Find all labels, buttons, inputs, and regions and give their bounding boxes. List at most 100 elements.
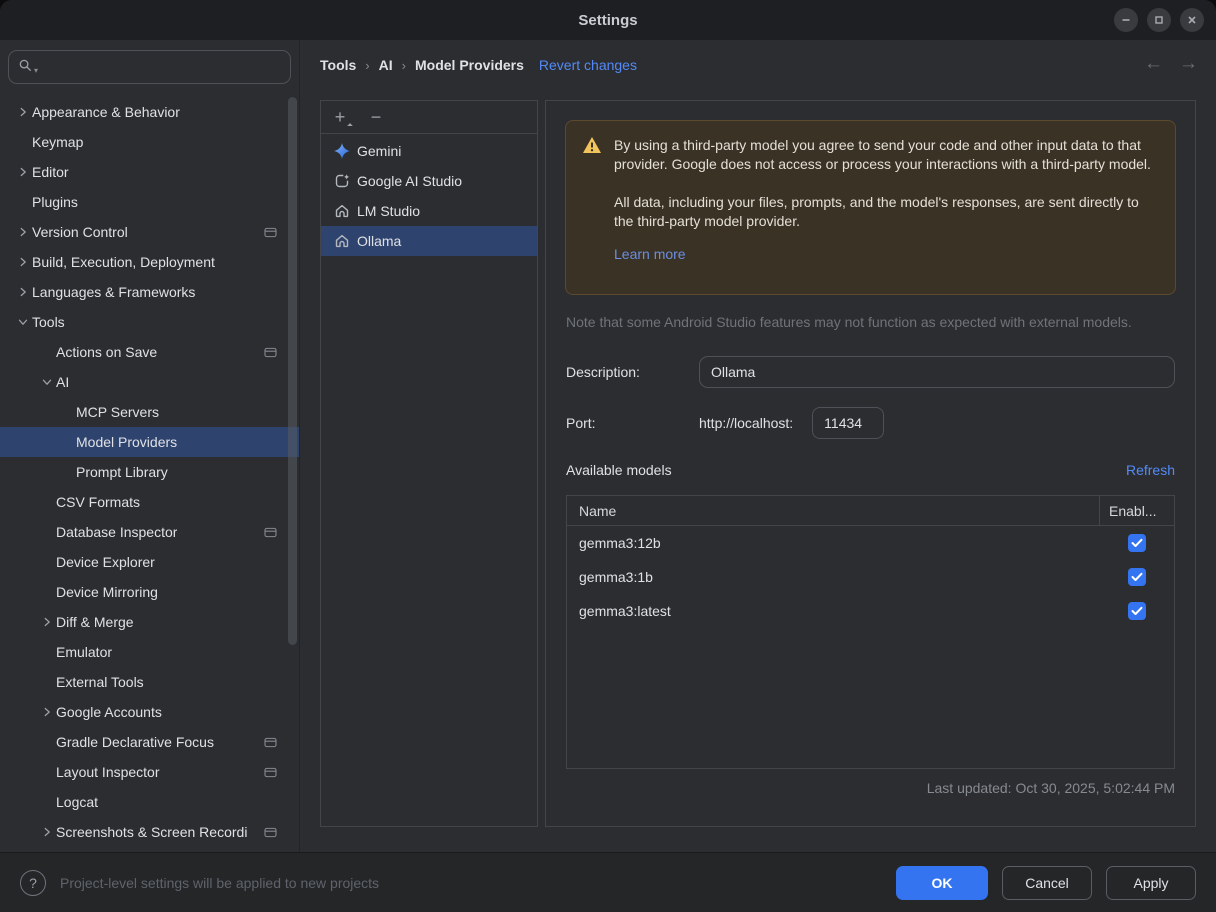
in-place-settings-icon [264, 737, 277, 748]
revert-changes-link[interactable]: Revert changes [539, 57, 637, 73]
chevron-placeholder [38, 493, 56, 511]
chevron-placeholder [38, 733, 56, 751]
column-header-enabled[interactable]: Enabl... [1100, 503, 1174, 519]
chevron-right-icon[interactable] [14, 253, 32, 271]
sidebar-item-mcp-servers[interactable]: MCP Servers [0, 397, 299, 427]
sidebar-item-database-inspector[interactable]: Database Inspector [0, 517, 299, 547]
dialog-buttons: OK Cancel Apply [896, 866, 1196, 900]
chevron-placeholder [38, 343, 56, 361]
chevron-right-icon[interactable] [14, 163, 32, 181]
breadcrumb: Tools›AI›Model ProvidersRevert changes [320, 52, 637, 78]
chevron-down-icon[interactable] [38, 373, 56, 391]
model-enabled-checkbox[interactable] [1128, 602, 1146, 620]
sidebar-item-appearance-behavior[interactable]: Appearance & Behavior [0, 97, 299, 127]
sidebar-item-prompt-library[interactable]: Prompt Library [0, 457, 299, 487]
sidebar-item-version-control[interactable]: Version Control [0, 217, 299, 247]
sidebar-item-ai[interactable]: AI [0, 367, 299, 397]
port-url-prefix: http://localhost: [699, 415, 793, 431]
sidebar-item-device-explorer[interactable]: Device Explorer [0, 547, 299, 577]
sidebar-item-plugins[interactable]: Plugins [0, 187, 299, 217]
chevron-placeholder [38, 553, 56, 571]
chevron-right-icon[interactable] [38, 703, 56, 721]
chevron-placeholder [38, 643, 56, 661]
chevron-placeholder [38, 583, 56, 601]
ok-button[interactable]: OK [896, 866, 988, 900]
help-icon[interactable]: ? [20, 870, 46, 896]
sidebar-item-build-execution-deployment[interactable]: Build, Execution, Deployment [0, 247, 299, 277]
sidebar-item-languages-frameworks[interactable]: Languages & Frameworks [0, 277, 299, 307]
sidebar-item-actions-on-save[interactable]: Actions on Save [0, 337, 299, 367]
chevron-down-icon[interactable] [14, 313, 32, 331]
ai-studio-icon [334, 173, 350, 189]
sidebar-item-layout-inspector[interactable]: Layout Inspector [0, 757, 299, 787]
chevron-right-icon[interactable] [14, 103, 32, 121]
provider-item-gemini[interactable]: Gemini [321, 136, 537, 166]
warning-paragraph: All data, including your files, prompts,… [614, 193, 1159, 231]
provider-list-panel: + − GeminiGoogle AI StudioLM StudioOllam… [320, 100, 538, 827]
sidebar-item-label: Diff & Merge [56, 614, 134, 630]
model-name: gemma3:12b [567, 535, 1099, 551]
sidebar-item-label: Device Explorer [56, 554, 155, 570]
provider-list: GeminiGoogle AI StudioLM StudioOllama [321, 134, 537, 256]
sidebar-item-external-tools[interactable]: External Tools [0, 667, 299, 697]
apply-button[interactable]: Apply [1106, 866, 1196, 900]
breadcrumb-item-tools[interactable]: Tools [320, 57, 356, 73]
model-enabled-checkbox[interactable] [1128, 534, 1146, 552]
description-input[interactable] [699, 356, 1175, 388]
back-arrow-icon[interactable]: ← [1144, 53, 1163, 75]
port-input[interactable] [812, 407, 884, 439]
breadcrumb-item-model-providers[interactable]: Model Providers [415, 57, 524, 73]
maximize-button[interactable] [1147, 8, 1171, 32]
sidebar-item-logcat[interactable]: Logcat [0, 787, 299, 817]
third-party-warning-banner: By using a third-party model you agree t… [565, 120, 1176, 295]
home-icon [334, 233, 350, 249]
window-controls [1114, 8, 1204, 32]
sidebar-item-google-accounts[interactable]: Google Accounts [0, 697, 299, 727]
add-provider-button[interactable]: + [332, 108, 348, 126]
search-filter-caret-icon[interactable]: ▾ [34, 66, 38, 75]
search-icon [18, 58, 33, 76]
provider-item-lm-studio[interactable]: LM Studio [321, 196, 537, 226]
column-header-name[interactable]: Name [567, 503, 1099, 519]
sidebar-item-label: Plugins [32, 194, 78, 210]
chevron-right-icon[interactable] [38, 823, 56, 841]
model-enabled-checkbox[interactable] [1128, 568, 1146, 586]
in-place-settings-icon [264, 227, 277, 238]
close-button[interactable] [1180, 8, 1204, 32]
sidebar-item-diff-merge[interactable]: Diff & Merge [0, 607, 299, 637]
settings-search-input[interactable]: ▾ [8, 50, 291, 84]
sidebar-item-label: Appearance & Behavior [32, 104, 180, 120]
cancel-button[interactable]: Cancel [1002, 866, 1092, 900]
chevron-right-icon[interactable] [14, 283, 32, 301]
chevron-placeholder [38, 673, 56, 691]
chevron-right-icon[interactable] [38, 613, 56, 631]
sidebar-item-csv-formats[interactable]: CSV Formats [0, 487, 299, 517]
sidebar-item-model-providers[interactable]: Model Providers [0, 427, 299, 457]
remove-provider-button[interactable]: − [368, 108, 384, 126]
breadcrumb-item-ai[interactable]: AI [379, 57, 393, 73]
provider-item-google-ai-studio[interactable]: Google AI Studio [321, 166, 537, 196]
model-row-gemma3-latest[interactable]: gemma3:latest [567, 594, 1174, 628]
minimize-button[interactable] [1114, 8, 1138, 32]
sidebar-item-screenshots-screen-recordi[interactable]: Screenshots & Screen Recordi [0, 817, 299, 847]
chevron-right-icon[interactable] [14, 223, 32, 241]
refresh-link[interactable]: Refresh [1126, 462, 1175, 478]
sidebar-item-label: Prompt Library [76, 464, 168, 480]
sidebar-item-keymap[interactable]: Keymap [0, 127, 299, 157]
forward-arrow-icon[interactable]: → [1179, 53, 1198, 75]
sidebar-scrollbar[interactable] [288, 97, 297, 645]
sidebar-item-device-mirroring[interactable]: Device Mirroring [0, 577, 299, 607]
sidebar-item-tools[interactable]: Tools [0, 307, 299, 337]
provider-item-ollama[interactable]: Ollama [321, 226, 537, 256]
sidebar-item-editor[interactable]: Editor [0, 157, 299, 187]
model-row-gemma3-12b[interactable]: gemma3:12b [567, 526, 1174, 560]
models-table-body: gemma3:12b gemma3:1bgemma3:latest [567, 526, 1174, 628]
model-enabled-cell [1099, 534, 1174, 552]
learn-more-link[interactable]: Learn more [614, 245, 686, 264]
in-place-settings-icon [264, 767, 277, 778]
model-row-gemma3-1b[interactable]: gemma3:1b [567, 560, 1174, 594]
sidebar-item-gradle-declarative-focus[interactable]: Gradle Declarative Focus [0, 727, 299, 757]
sidebar-item-emulator[interactable]: Emulator [0, 637, 299, 667]
warning-paragraph: By using a third-party model you agree t… [614, 136, 1159, 174]
sidebar-item-label: Editor [32, 164, 69, 180]
